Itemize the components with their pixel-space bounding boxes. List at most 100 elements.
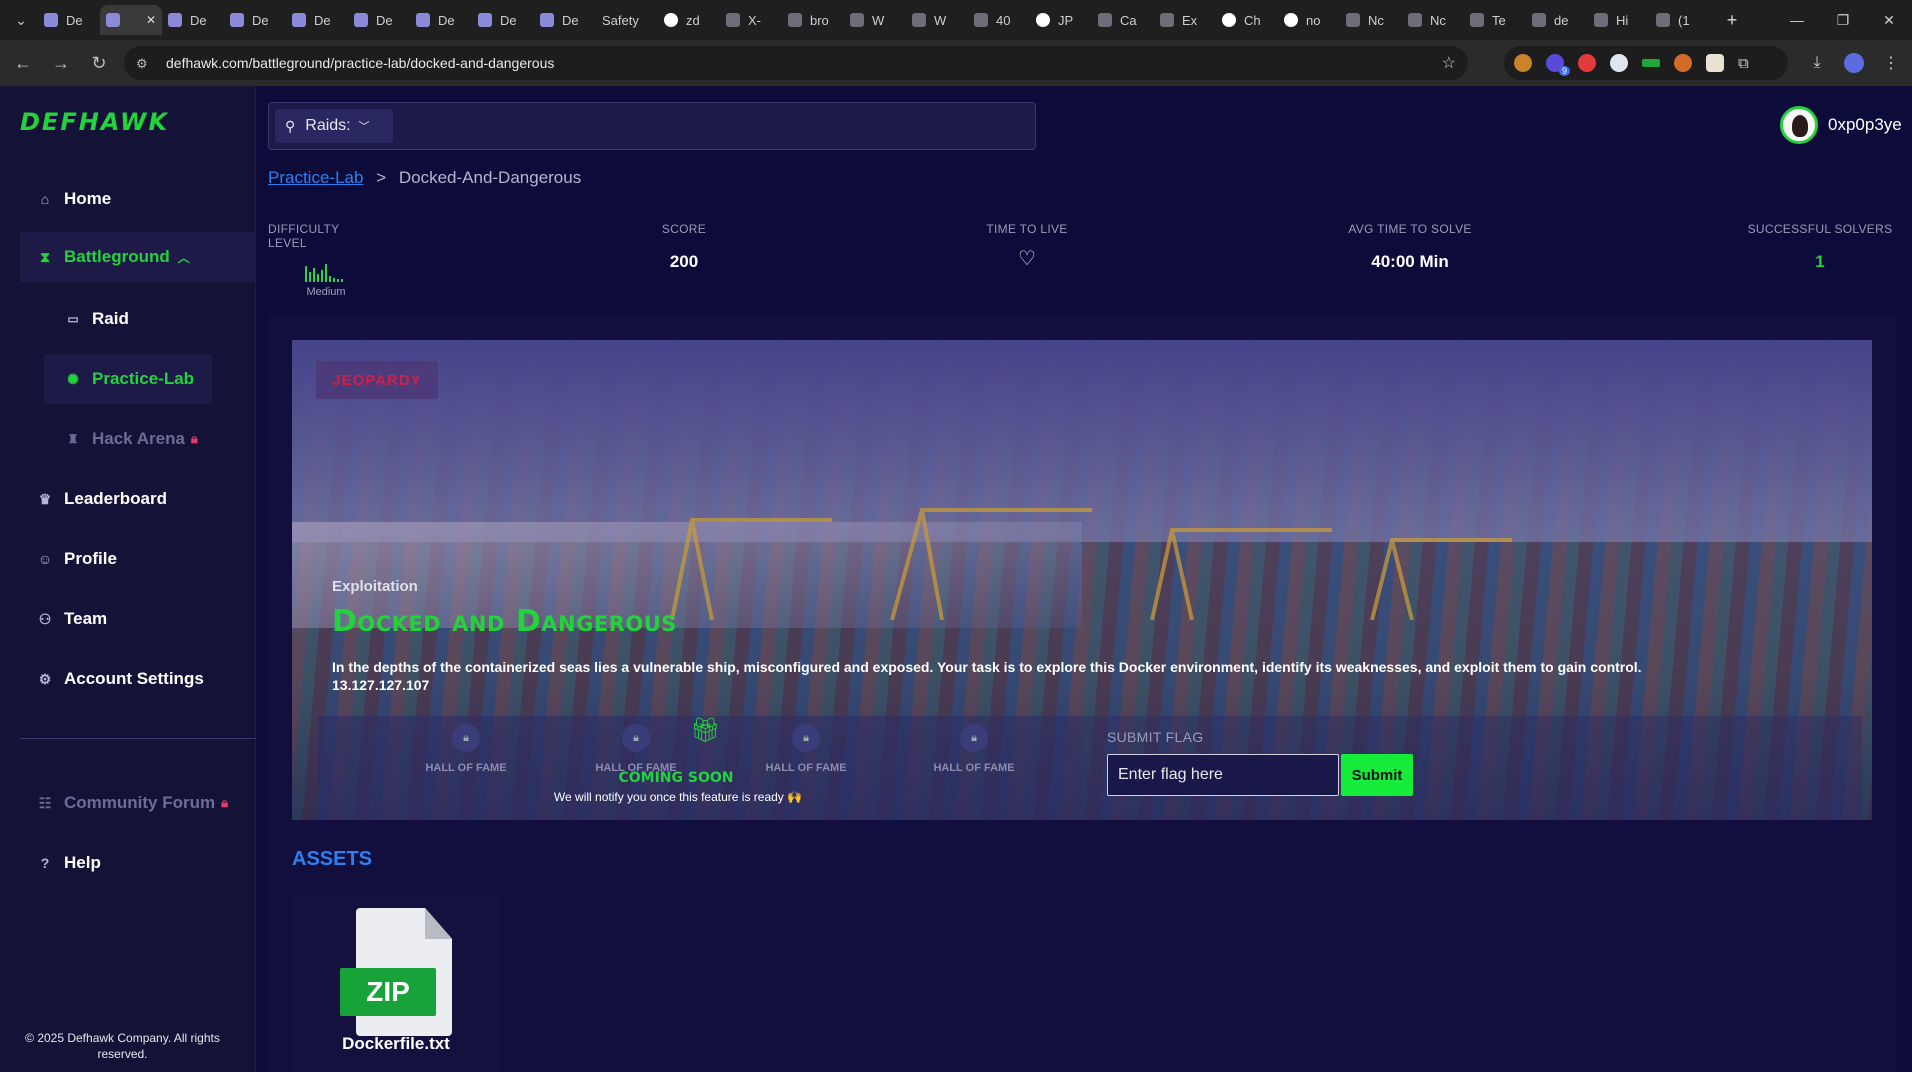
browser-tab[interactable]: Te xyxy=(1464,5,1526,35)
kebab-menu-icon[interactable]: ⋮ xyxy=(1880,53,1902,73)
chevron-up-icon[interactable]: ︿ xyxy=(178,249,190,266)
tab-title: Nc xyxy=(1430,12,1446,28)
sidebar-item-account-settings[interactable]: ⚙ Account Settings xyxy=(0,654,256,704)
search-scope-dropdown[interactable]: ⚲ Raids: ﹀ xyxy=(275,109,393,143)
coming-soon-text: COMING SOON xyxy=(618,770,734,786)
sidebar-item-label: Hack Arena xyxy=(92,429,185,448)
puzzle-extensions-icon[interactable]: ⧉ xyxy=(1738,55,1749,72)
defhawk-shield-icon xyxy=(44,13,58,27)
browser-tab[interactable]: De xyxy=(348,5,410,35)
cookie-extension-icon[interactable] xyxy=(1674,54,1692,72)
avatar[interactable] xyxy=(1780,106,1818,144)
wikipedia-icon xyxy=(912,13,926,27)
defhawk-logo[interactable]: DEFHAWK xyxy=(20,108,169,136)
browser-tab[interactable]: W xyxy=(844,5,906,35)
zip-file-icon[interactable]: ZIP xyxy=(340,908,452,1036)
sidebar-item-raid[interactable]: ▭ Raid xyxy=(0,294,256,344)
browser-tab[interactable]: De xyxy=(162,5,224,35)
asset-file-name[interactable]: Dockerfile.txt xyxy=(292,1034,500,1054)
download-icon[interactable]: ⤓ xyxy=(1806,54,1828,72)
extension-icon[interactable] xyxy=(1706,54,1724,72)
bookmark-star-icon[interactable]: ☆ xyxy=(1442,53,1456,73)
browser-tab[interactable]: X- xyxy=(720,5,782,35)
extension-icon[interactable]: 9 xyxy=(1546,54,1570,76)
browser-tab[interactable]: Safety xyxy=(596,5,658,35)
sidebar-item-profile[interactable]: ☺ Profile xyxy=(0,534,256,584)
search-bar[interactable]: ⚲ Raids: ﹀ xyxy=(268,102,1036,150)
tab-title: De xyxy=(190,12,207,28)
browser-tab[interactable]: De xyxy=(286,5,348,35)
sidebar-item-team[interactable]: ⚇ Team xyxy=(0,594,256,644)
extension-icon[interactable] xyxy=(1642,59,1660,67)
browser-tab[interactable]: (1 xyxy=(1650,5,1712,35)
lock-icon: 🔒︎ xyxy=(190,431,198,446)
challenge-ip[interactable]: 13.127.127.107 xyxy=(332,676,1782,694)
browser-tab[interactable]: de xyxy=(1526,5,1588,35)
sidebar-item-label: Team xyxy=(64,609,108,628)
pokeball-extension-icon[interactable] xyxy=(1578,54,1596,72)
browser-tab[interactable]: W xyxy=(906,5,968,35)
browser-tab[interactable]: De xyxy=(534,5,596,35)
hall-of-fame-slot: 🔒︎ HALL OF FAME xyxy=(406,724,526,774)
sidebar-item-community-forum[interactable]: ☷ Community Forum 🔒︎ xyxy=(0,778,256,828)
submit-flag-button[interactable]: Submit xyxy=(1341,754,1413,796)
tab-title: De xyxy=(252,12,269,28)
challenge-type-badge: JEOPARDY xyxy=(316,361,438,399)
new-tab-plus-icon[interactable]: + xyxy=(1718,10,1746,31)
sidebar-item-help[interactable]: ? Help xyxy=(0,838,256,888)
hall-of-fame-slot: 🔒︎ HALL OF FAME xyxy=(914,724,1034,774)
breadcrumb-link-practice-lab[interactable]: Practice-Lab xyxy=(268,168,363,187)
raid-icon: ▭ xyxy=(67,312,79,326)
forward-arrow-icon[interactable]: → xyxy=(46,48,76,78)
address-bar[interactable]: ⚙ defhawk.com/battleground/practice-lab/… xyxy=(124,46,1468,80)
back-arrow-icon[interactable]: ← xyxy=(8,48,38,78)
tab-title: Ca xyxy=(1120,12,1137,28)
browser-tab[interactable]: zd xyxy=(658,5,720,35)
extension-icon[interactable] xyxy=(1514,54,1532,72)
extension-badge: 9 xyxy=(1558,66,1570,76)
extension-icon[interactable] xyxy=(1610,54,1628,72)
close-tab-icon[interactable]: ✕ xyxy=(146,13,156,27)
arena-icon: ♜ xyxy=(67,432,79,446)
browser-tab[interactable]: no xyxy=(1278,5,1340,35)
tab-search-chevron-icon[interactable]: ⌄ xyxy=(8,7,34,33)
google-icon xyxy=(1284,13,1298,27)
flag-input[interactable] xyxy=(1107,754,1339,796)
reload-icon[interactable]: ↻ xyxy=(84,48,114,78)
browser-tab[interactable]: 40 xyxy=(968,5,1030,35)
browser-tab[interactable]: De xyxy=(224,5,286,35)
google-icon xyxy=(664,13,678,27)
file-type-label: ZIP xyxy=(340,968,436,1016)
browser-tab[interactable]: Nc xyxy=(1340,5,1402,35)
browser-profile-avatar[interactable] xyxy=(1844,53,1864,73)
minimize-icon[interactable]: — xyxy=(1774,0,1820,40)
site-settings-icon[interactable]: ⚙ xyxy=(136,56,152,71)
browser-tab[interactable]: De xyxy=(472,5,534,35)
user-menu[interactable]: 0xp0p3ye xyxy=(1780,106,1902,144)
sidebar-item-home[interactable]: ⌂ Home xyxy=(0,174,256,224)
search-icon: ⚲ xyxy=(285,117,296,134)
browser-tab[interactable]: Nc xyxy=(1402,5,1464,35)
browser-tab[interactable]: De xyxy=(410,5,472,35)
sidebar-item-battleground[interactable]: ⧗ Battleground ︿ xyxy=(20,232,256,282)
coming-soon-overlay: 🎁︎ COMING SOON We will notify you once t… xyxy=(318,717,1082,804)
challenge-category: Exploitation xyxy=(332,578,418,595)
browser-tab[interactable]: JP xyxy=(1030,5,1092,35)
sidebar-item-hack-arena[interactable]: ♜ Hack Arena 🔒︎ xyxy=(0,414,256,464)
browser-tab[interactable]: bro xyxy=(782,5,844,35)
sidebar-item-leaderboard[interactable]: ♛ Leaderboard xyxy=(0,474,256,524)
browser-tab[interactable]: Ch xyxy=(1216,5,1278,35)
sidebar-item-practice-lab[interactable]: ✺ Practice-Lab xyxy=(44,354,212,404)
browser-tab[interactable]: Hi xyxy=(1588,5,1650,35)
url-text[interactable]: defhawk.com/battleground/practice-lab/do… xyxy=(166,55,554,71)
hall-of-fame-slot: 🔒︎ HALL OF FAME xyxy=(746,724,866,774)
browser-tab[interactable]: Ca xyxy=(1092,5,1154,35)
browser-tab[interactable]: De xyxy=(38,5,100,35)
browser-tab[interactable]: Ex xyxy=(1154,5,1216,35)
close-window-icon[interactable]: ✕ xyxy=(1866,0,1912,40)
tab-title: W xyxy=(872,12,885,28)
browser-toolbar: ← → ↻ ⚙ defhawk.com/battleground/practic… xyxy=(0,40,1912,86)
defhawk-shield-icon xyxy=(106,13,120,27)
restore-icon[interactable]: ❐ xyxy=(1820,0,1866,40)
browser-tab-active[interactable]: ✕ xyxy=(100,5,162,35)
